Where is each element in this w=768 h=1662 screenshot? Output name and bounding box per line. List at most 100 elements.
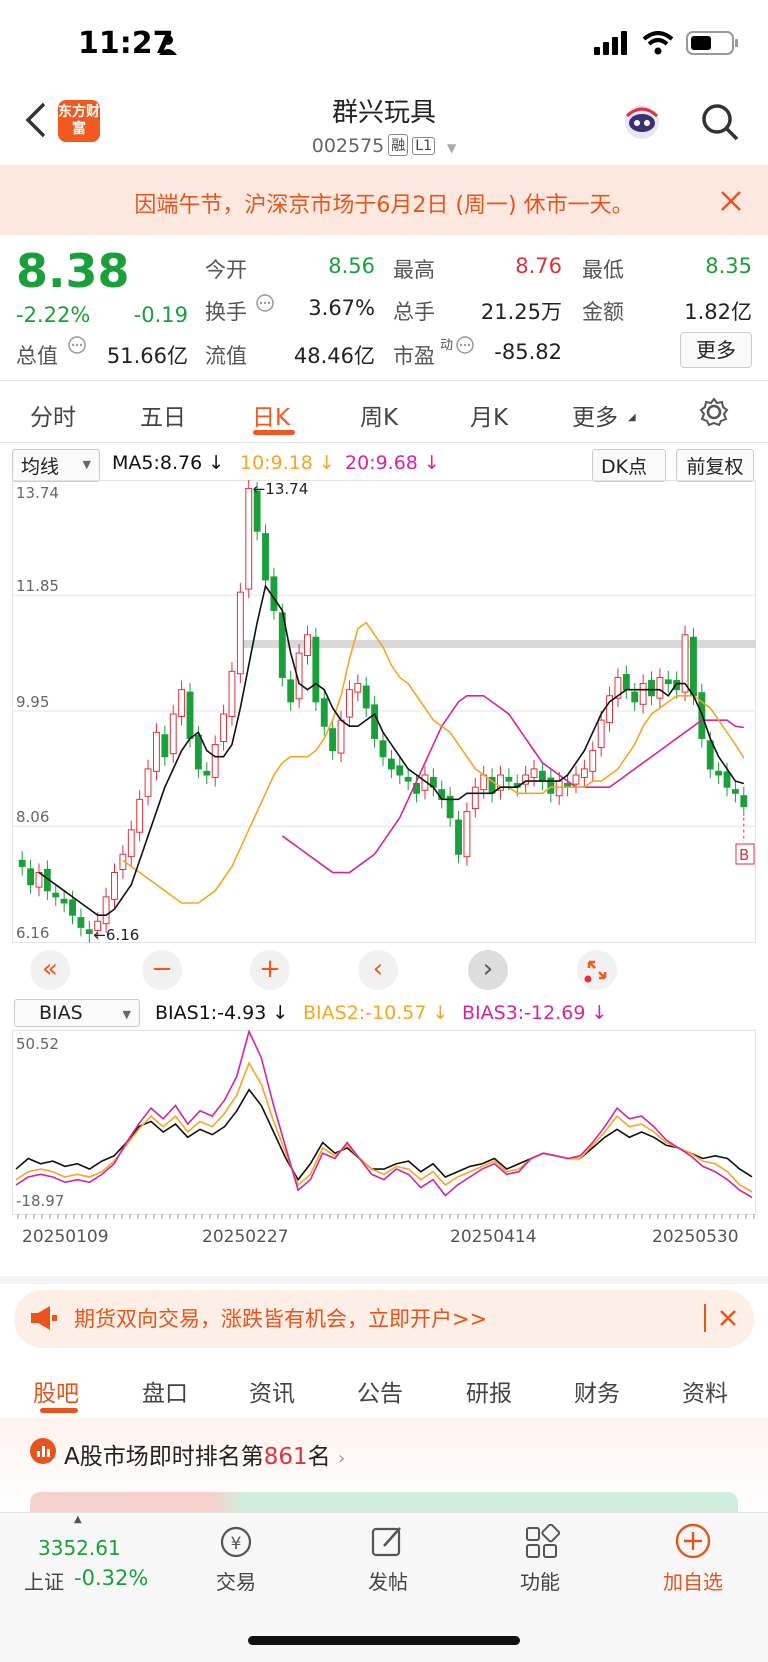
tab-daily-k[interactable]: 日K bbox=[252, 398, 290, 432]
gear-icon bbox=[699, 397, 729, 427]
candle-body bbox=[136, 798, 144, 833]
kline-chart[interactable]: 13.74 11.85 9.95 8.06 6.16 ←13.74 ←6.16 B bbox=[12, 480, 756, 995]
status-icons bbox=[594, 30, 740, 56]
candle-body bbox=[203, 770, 211, 776]
candle-body bbox=[337, 719, 345, 754]
tab-trade[interactable]: 交易 bbox=[186, 1566, 286, 1595]
info-icon[interactable] bbox=[68, 336, 86, 354]
rank-text: A股市场即时排名第861名 › bbox=[64, 1444, 346, 1470]
bias-chart[interactable]: 50.52 -18.97 20250109 20250227 20250414 20250… bbox=[12, 1030, 756, 1270]
chart-settings-button[interactable] bbox=[698, 396, 730, 428]
tab-guba[interactable]: 股吧 bbox=[33, 1374, 79, 1408]
step-forward-button[interactable]: › bbox=[468, 950, 508, 990]
tab-profile[interactable]: 资料 bbox=[682, 1374, 728, 1408]
candle-body bbox=[471, 786, 479, 810]
tab-five-day[interactable]: 五日 bbox=[140, 398, 186, 432]
bias-series-line bbox=[15, 1061, 753, 1193]
zoom-out-button[interactable]: − bbox=[142, 950, 182, 990]
pe-dynamic-sup: 动 bbox=[440, 338, 454, 353]
tab-functions[interactable]: 功能 bbox=[490, 1566, 590, 1595]
high-value: 8.76 bbox=[515, 254, 562, 278]
tab-pankou[interactable]: 盘口 bbox=[142, 1374, 188, 1408]
promo-divider bbox=[704, 1304, 706, 1332]
tab-news[interactable]: 资讯 bbox=[249, 1374, 295, 1408]
notice-close-button[interactable] bbox=[718, 188, 744, 214]
divider bbox=[0, 442, 768, 443]
candle-body bbox=[387, 758, 395, 770]
candle-body bbox=[538, 770, 546, 782]
candle-body bbox=[262, 533, 269, 581]
megaphone-icon bbox=[28, 1304, 60, 1332]
rewind-button[interactable]: « bbox=[30, 950, 70, 990]
candle-body bbox=[404, 776, 412, 782]
bias3-legend: BIAS3:-12.69 ↓ bbox=[462, 1002, 608, 1024]
candle-body bbox=[111, 872, 118, 900]
tab-finance[interactable]: 财务 bbox=[574, 1374, 620, 1408]
candle-body bbox=[346, 689, 353, 718]
post-icon[interactable] bbox=[370, 1524, 406, 1560]
candle-body bbox=[530, 768, 538, 778]
info-icon[interactable] bbox=[456, 336, 474, 354]
candle-body bbox=[371, 704, 379, 739]
grid-icon[interactable] bbox=[524, 1523, 561, 1560]
divider bbox=[0, 380, 768, 381]
candle-body bbox=[161, 734, 169, 758]
tab-add-watchlist[interactable]: 加自选 bbox=[643, 1566, 743, 1595]
robot-assistant-icon[interactable] bbox=[622, 102, 662, 142]
info-icon[interactable] bbox=[256, 294, 274, 312]
pe-label: 市盈 bbox=[393, 344, 435, 368]
tab-more[interactable]: 更多 bbox=[572, 398, 618, 432]
candle-body bbox=[572, 774, 580, 785]
dk-point-select[interactable]: DK点 bbox=[592, 449, 666, 482]
fullscreen-button[interactable] bbox=[577, 950, 617, 990]
bias-select[interactable]: BIAS ▼ bbox=[14, 999, 140, 1027]
candle-body bbox=[228, 670, 236, 717]
index-change[interactable]: -0.32% bbox=[74, 1566, 148, 1590]
search-icon bbox=[702, 104, 739, 141]
tab-intraday[interactable]: 分时 bbox=[30, 398, 76, 432]
candle-body bbox=[27, 868, 35, 886]
candle-body bbox=[597, 719, 605, 749]
candle-body bbox=[555, 780, 563, 797]
index-name[interactable]: 上证 bbox=[24, 1566, 64, 1595]
candle-body bbox=[245, 488, 253, 590]
tab-monthly-k[interactable]: 月K bbox=[470, 398, 508, 432]
change-pct: -2.22% bbox=[16, 303, 91, 327]
indicator-select[interactable]: 均线 ▼ bbox=[12, 449, 100, 482]
tab-research[interactable]: 研报 bbox=[466, 1374, 512, 1408]
index-value[interactable]: 3352.61 bbox=[38, 1536, 121, 1560]
candle-body bbox=[664, 679, 672, 685]
promo-close-button[interactable] bbox=[716, 1306, 740, 1330]
more-quote-button[interactable]: 更多 bbox=[680, 332, 752, 368]
high-label: 最高 bbox=[393, 258, 435, 282]
zoom-in-button[interactable]: + bbox=[250, 950, 290, 990]
candle-body bbox=[329, 728, 337, 752]
volume-label: 总手 bbox=[393, 300, 435, 324]
dropdown-icon: ▼ bbox=[122, 1008, 131, 1021]
trade-icon[interactable]: ¥ bbox=[216, 1524, 256, 1560]
y-tick-label: 11.85 bbox=[16, 577, 59, 595]
candle-body bbox=[127, 829, 135, 858]
caret-icon: ◢ bbox=[628, 412, 636, 423]
step-back-button[interactable]: ‹ bbox=[358, 950, 398, 990]
candle-body bbox=[220, 713, 228, 742]
x-tick-label: 20250414 bbox=[450, 1227, 537, 1247]
tab-post[interactable]: 发帖 bbox=[338, 1566, 438, 1595]
add-watchlist-icon[interactable] bbox=[674, 1522, 712, 1560]
bias2-legend: BIAS2:-10.57 ↓ bbox=[303, 1002, 449, 1024]
candle-body bbox=[169, 713, 177, 755]
candle-body bbox=[362, 685, 370, 709]
candle-body bbox=[396, 765, 404, 776]
search-button[interactable] bbox=[700, 102, 740, 142]
candle-body bbox=[102, 896, 110, 925]
tab-announcements[interactable]: 公告 bbox=[357, 1374, 403, 1408]
turnover-value: 3.67% bbox=[308, 296, 375, 320]
candle-body bbox=[690, 636, 697, 697]
y-tick-label: 8.06 bbox=[16, 808, 49, 826]
candle-body bbox=[153, 731, 160, 772]
adjust-select[interactable]: 前复权 bbox=[676, 449, 754, 482]
total-value-label: 总值 bbox=[16, 344, 58, 368]
tab-weekly-k[interactable]: 周K bbox=[360, 398, 398, 432]
total-value: 51.66亿 bbox=[106, 344, 188, 368]
bias-series-line bbox=[15, 1088, 753, 1182]
